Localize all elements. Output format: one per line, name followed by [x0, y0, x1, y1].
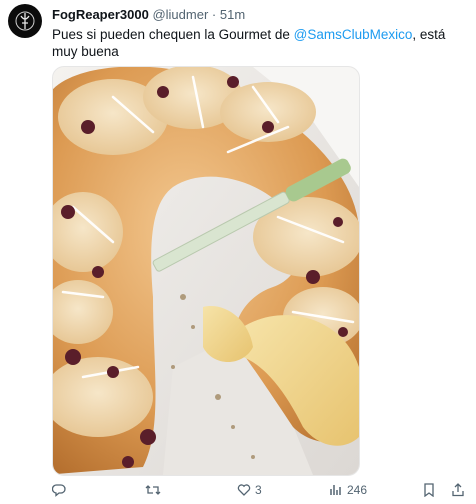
tweet-photo[interactable] [52, 66, 360, 476]
mention-link[interactable]: @SamsClubMexico [294, 27, 413, 42]
author-handle[interactable]: @liudmer [152, 7, 208, 22]
tweet-time[interactable]: 51m [220, 7, 245, 22]
tweet-actions: 3 246 [0, 483, 476, 503]
like-count: 3 [255, 483, 262, 497]
retweet-button[interactable] [145, 483, 165, 497]
avatar-logo-icon [15, 11, 35, 31]
views-count: 246 [347, 483, 368, 497]
tweet: FogReaper3000 @liudmer · 51m Pues si pue… [0, 0, 476, 504]
author-name[interactable]: FogReaper3000 [52, 7, 149, 22]
bookmark-button[interactable] [423, 483, 435, 497]
tweet-text-start: Pues si pueden chequen la Gourmet de [52, 27, 294, 42]
tweet-text: Pues si pueden chequen la Gourmet de @Sa… [52, 26, 452, 60]
views-icon [330, 485, 341, 495]
like-icon [237, 484, 251, 496]
reply-button[interactable] [52, 483, 70, 497]
retweet-icon [145, 485, 161, 495]
share-button[interactable] [451, 483, 465, 497]
avatar[interactable] [8, 4, 42, 38]
tweet-header: FogReaper3000 @liudmer · 51m [52, 7, 245, 22]
reply-icon [52, 484, 66, 497]
like-button[interactable]: 3 [237, 483, 262, 497]
bookmark-icon [424, 483, 434, 497]
views-button[interactable]: 246 [329, 483, 367, 497]
dot-separator: · [211, 7, 217, 22]
rosca-photo-image [53, 67, 359, 475]
share-icon [452, 483, 464, 497]
